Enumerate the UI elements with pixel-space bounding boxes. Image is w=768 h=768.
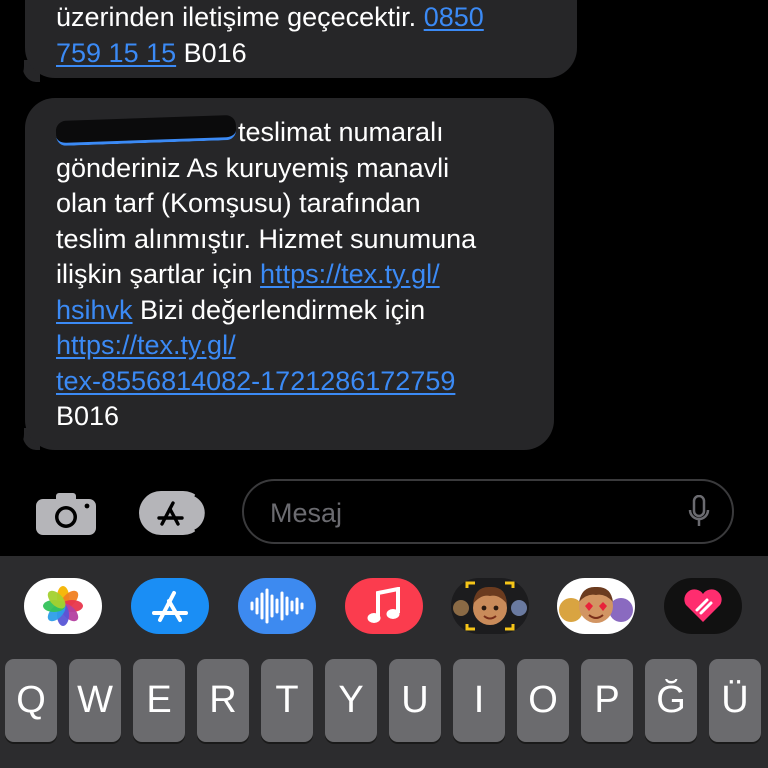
audio-message-app-icon[interactable]	[238, 578, 316, 634]
message-line: ilişkin şartlar için https://tex.ty.gl/	[56, 257, 546, 293]
key-w[interactable]: W	[69, 659, 121, 742]
key-y[interactable]: Y	[325, 659, 377, 742]
url-link[interactable]: https://tex.ty.gl/	[56, 330, 236, 360]
key-o[interactable]: O	[517, 659, 569, 742]
bubble-tail-cut	[10, 58, 24, 82]
microphone-icon	[688, 494, 710, 526]
app-store-app-icon[interactable]	[131, 578, 209, 634]
message-line: 759 15 15 B016	[56, 36, 571, 72]
phone-link[interactable]: 0850	[424, 2, 484, 32]
redacted-scribble	[55, 114, 237, 147]
key-p[interactable]: P	[581, 659, 633, 742]
music-note-icon	[367, 587, 400, 623]
message-text-segment: B016	[176, 37, 247, 68]
key-r[interactable]: R	[197, 659, 249, 742]
message-bubble-2[interactable]: teslimat numaralı gönderiniz As kuruyemi…	[25, 98, 554, 450]
message-line: tex-8556814082-1721286172759	[56, 364, 546, 400]
photos-app-icon[interactable]	[24, 578, 102, 634]
app-store-icon	[139, 491, 208, 535]
digital-touch-app-icon[interactable]	[664, 578, 742, 634]
bubble-tail-cut	[10, 426, 24, 450]
key-u-umlaut[interactable]: Ü	[709, 659, 761, 742]
message-bubble-1[interactable]: üzerinden iletişime geçecektir. 0850 759…	[25, 0, 577, 78]
microphone-button[interactable]	[688, 494, 710, 529]
key-g-breve[interactable]: Ğ	[645, 659, 697, 742]
message-text-segment: teslimat numaralı	[238, 117, 444, 147]
message-text-segment: üzerinden iletişime geçecektir.	[56, 2, 424, 32]
camera-button[interactable]	[36, 493, 96, 535]
memoji-face-icon	[453, 581, 527, 631]
message-line: üzerinden iletişime geçecektir. 0850	[56, 0, 571, 36]
key-u[interactable]: U	[389, 659, 441, 742]
message-line: teslimat numaralı	[55, 114, 546, 151]
message-input[interactable]: Mesaj	[242, 479, 734, 544]
app-store-icon	[152, 591, 188, 622]
message-text: üzerinden iletişime geçecektir. 0850 759…	[56, 0, 571, 71]
photos-icon	[43, 586, 83, 626]
url-link[interactable]: https://tex.ty.gl/	[260, 259, 440, 289]
heart-hand-icon	[684, 589, 722, 622]
apps-button[interactable]	[137, 491, 209, 535]
message-line: olan tarf (Komşusu) tarafından	[56, 188, 421, 218]
waveform-icon	[250, 588, 304, 624]
key-q[interactable]: Q	[5, 659, 57, 742]
phone-link[interactable]: 759 15 15	[56, 38, 176, 68]
music-app-icon[interactable]	[345, 578, 423, 634]
url-link[interactable]: tex-8556814082-1721286172759	[56, 366, 455, 396]
message-line: teslim alınmıştır. Hizmet sunumuna	[56, 223, 477, 254]
message-line: B016	[56, 401, 120, 431]
message-text-segment: Bizi değerlendirmek için	[132, 294, 426, 325]
message-line: gönderiniz As kuruyemiş manavli	[56, 152, 450, 183]
message-line: https://tex.ty.gl/	[56, 328, 546, 364]
key-t[interactable]: T	[261, 659, 313, 742]
message-line: hsihvk Bizi değerlendirmek için	[56, 293, 546, 329]
key-i[interactable]: I	[453, 659, 505, 742]
message-input-placeholder: Mesaj	[270, 498, 343, 528]
memoji-app-icon[interactable]	[451, 578, 529, 634]
message-text: teslimat numaralı gönderiniz As kuruyemi…	[55, 114, 546, 435]
camera-icon	[36, 493, 96, 535]
url-link[interactable]: hsihvk	[56, 295, 133, 325]
memoji-sticker-icon	[559, 586, 633, 623]
message-text-segment: ilişkin şartlar için	[56, 259, 261, 289]
key-e[interactable]: E	[133, 659, 185, 742]
memoji-stickers-app-icon[interactable]	[557, 578, 635, 634]
